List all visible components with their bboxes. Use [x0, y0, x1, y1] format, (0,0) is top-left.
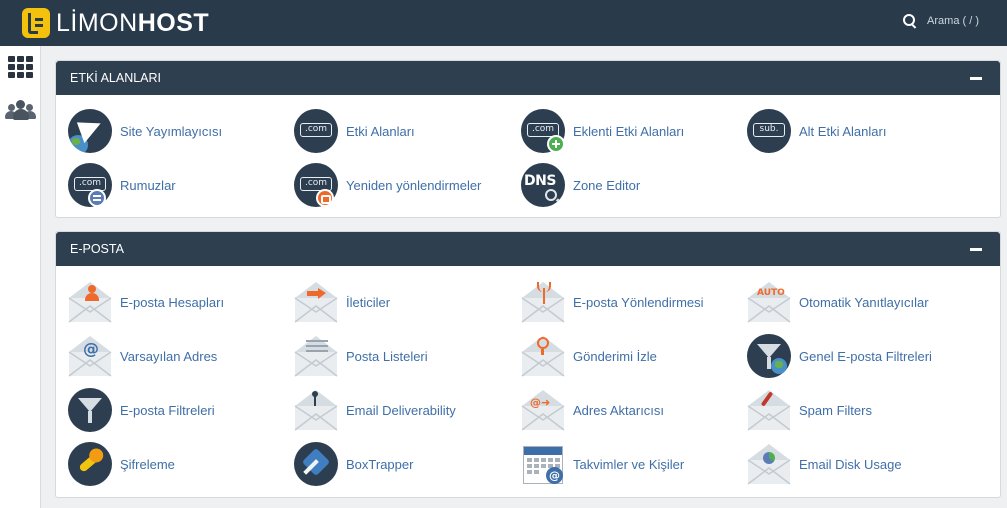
search-icon: [903, 14, 917, 28]
item-global-email-filters[interactable]: Genel E-posta Filtreleri: [747, 334, 967, 378]
logo-text: LİMONHOST: [56, 8, 209, 38]
address-importer-icon: @➜: [521, 388, 565, 432]
item-label: İleticiler: [346, 294, 391, 310]
forwarders-icon: [294, 280, 338, 324]
search-label: Arama ( / ): [927, 15, 979, 27]
item-label: Gönderimi İzle: [573, 348, 657, 364]
calendars-contacts-icon: @: [521, 442, 565, 486]
collapse-icon[interactable]: [970, 248, 982, 251]
item-forwarders[interactable]: İleticiler: [294, 280, 514, 324]
site-publisher-icon: [68, 109, 112, 153]
item-calendars-contacts[interactable]: @ Takvimler ve Kişiler: [521, 442, 741, 486]
item-site-publisher[interactable]: Site Yayımlayıcısı: [68, 109, 288, 153]
email-panel-title: E-POSTA: [70, 242, 124, 256]
default-address-icon: @: [68, 334, 112, 378]
item-label: Rumuzlar: [120, 177, 176, 193]
email-disk-usage-icon: [747, 442, 791, 486]
track-delivery-icon: [521, 334, 565, 378]
item-label: Alt Etki Alanları: [799, 123, 887, 139]
item-label: Posta Listeleri: [346, 348, 428, 364]
item-spam-filters[interactable]: Spam Filters: [747, 388, 967, 432]
aliases-icon: .com: [68, 163, 112, 207]
item-zone-editor[interactable]: DNS Zone Editor: [521, 163, 741, 207]
global-email-filters-icon: [747, 334, 791, 378]
item-encryption[interactable]: Şifreleme: [68, 442, 288, 486]
item-label: Adres Aktarıcısı: [573, 402, 665, 418]
limonhost-logo[interactable]: LİMONHOST: [22, 8, 209, 38]
domains-panel-header[interactable]: ETKİ ALANLARI: [56, 61, 1000, 95]
item-redirects[interactable]: .com Yeniden yönlendirmeler: [294, 163, 514, 207]
sidebar: [0, 46, 41, 508]
item-domains[interactable]: .com Etki Alanları: [294, 109, 514, 153]
search-trigger[interactable]: Arama ( / ): [903, 14, 979, 28]
mailing-lists-icon: [294, 334, 338, 378]
item-label: Şifreleme: [120, 456, 175, 472]
email-filters-icon: [68, 388, 112, 432]
domains-panel: ETKİ ALANLARI Site Yayımlayıcısı .com Et…: [55, 60, 1001, 218]
users-icon[interactable]: [5, 100, 37, 122]
logo-text-part2: HOST: [137, 9, 210, 37]
item-label: Email Deliverability: [346, 402, 456, 418]
email-deliverability-icon: [294, 388, 338, 432]
item-email-routing[interactable]: E-posta Yönlendirmesi: [521, 280, 741, 324]
redirects-icon: .com: [294, 163, 338, 207]
item-label: Genel E-posta Filtreleri: [799, 348, 932, 364]
item-track-delivery[interactable]: Gönderimi İzle: [521, 334, 741, 378]
item-aliases[interactable]: .com Rumuzlar: [68, 163, 288, 207]
item-email-disk-usage[interactable]: Email Disk Usage: [747, 442, 967, 486]
item-label: BoxTrapper: [346, 456, 414, 472]
item-email-filters[interactable]: E-posta Filtreleri: [68, 388, 288, 432]
item-label: Etki Alanları: [346, 123, 415, 139]
top-bar: LİMONHOST Arama ( / ): [0, 0, 1007, 46]
item-autoresponders[interactable]: AUTO Otomatik Yanıtlayıcılar: [747, 280, 967, 324]
item-label: Eklenti Etki Alanları: [573, 123, 685, 139]
item-label: Email Disk Usage: [799, 456, 902, 472]
item-label: Takvimler ve Kişiler: [573, 456, 685, 472]
item-label: E-posta Hesapları: [120, 294, 225, 310]
item-addon-domains[interactable]: .com Eklenti Etki Alanları: [521, 109, 741, 153]
item-label: Site Yayımlayıcısı: [120, 123, 223, 139]
logo-icon: [22, 8, 50, 38]
email-panel-header[interactable]: E-POSTA: [56, 232, 1000, 266]
logo-text-part1: LİMON: [56, 9, 138, 37]
spam-filters-icon: [747, 388, 791, 432]
subdomains-icon: sub.: [747, 109, 791, 153]
email-panel: E-POSTA E-posta Hesapları İleticiler E-p…: [55, 231, 1001, 498]
item-label: Zone Editor: [573, 177, 641, 193]
domains-panel-title: ETKİ ALANLARI: [70, 71, 162, 85]
item-subdomains[interactable]: sub. Alt Etki Alanları: [747, 109, 967, 153]
item-email-deliverability[interactable]: Email Deliverability: [294, 388, 514, 432]
email-routing-icon: [521, 280, 565, 324]
item-mailing-lists[interactable]: Posta Listeleri: [294, 334, 514, 378]
boxtrapper-icon: [294, 442, 338, 486]
item-label: Spam Filters: [799, 402, 872, 418]
encryption-icon: [68, 442, 112, 486]
zone-editor-icon: DNS: [521, 163, 565, 207]
email-accounts-icon: [68, 280, 112, 324]
autoresponders-icon: AUTO: [747, 280, 791, 324]
item-label: E-posta Yönlendirmesi: [573, 294, 704, 310]
item-label: Varsayılan Adres: [120, 348, 218, 364]
addon-domains-icon: .com: [521, 109, 565, 153]
item-label: E-posta Filtreleri: [120, 402, 215, 418]
collapse-icon[interactable]: [970, 77, 982, 80]
item-label: Otomatik Yanıtlayıcılar: [799, 294, 929, 310]
item-address-importer[interactable]: @➜ Adres Aktarıcısı: [521, 388, 741, 432]
item-default-address[interactable]: @ Varsayılan Adres: [68, 334, 288, 378]
item-email-accounts[interactable]: E-posta Hesapları: [68, 280, 288, 324]
domains-icon: .com: [294, 109, 338, 153]
item-label: Yeniden yönlendirmeler: [346, 177, 482, 193]
item-boxtrapper[interactable]: BoxTrapper: [294, 442, 514, 486]
tools-grid-icon[interactable]: [8, 56, 34, 78]
